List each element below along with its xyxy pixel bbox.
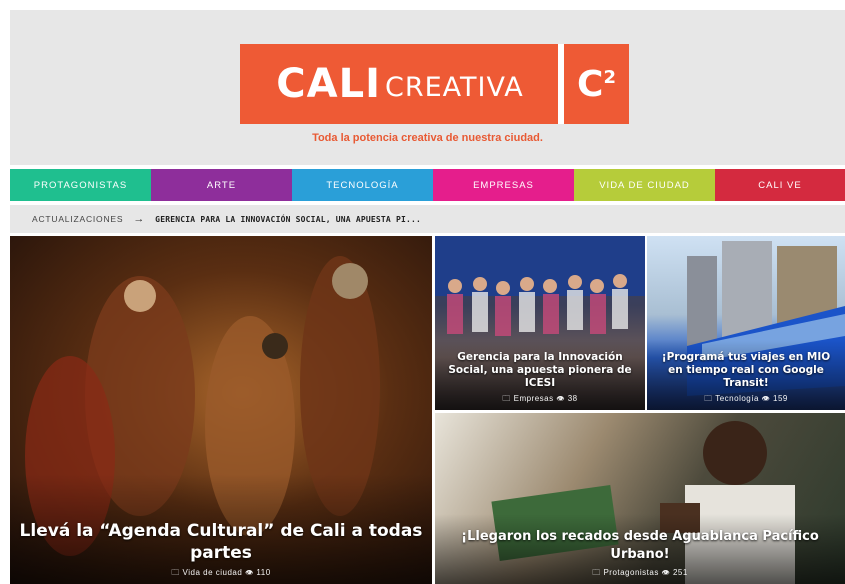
article-category[interactable]: Protagonistas	[603, 568, 658, 577]
eye-icon: 👁	[245, 568, 254, 577]
article-meta: 🗀 Tecnología 👁 159	[653, 393, 839, 407]
article-card-icesi[interactable]: Gerencia para la Innovación Social, una …	[435, 236, 645, 410]
article-category[interactable]: Empresas	[514, 394, 554, 403]
card-caption: Gerencia para la Innovación Social, una …	[435, 351, 645, 410]
nav-item-empresas[interactable]: EMPRESAS	[433, 169, 574, 201]
site-header: CALI CREATIVA C2 Toda la potencia creati…	[10, 10, 845, 165]
article-meta: 🗀 Protagonistas 👁 251	[441, 567, 839, 581]
eye-icon: 👁	[661, 568, 671, 577]
logo-mark[interactable]: C2	[564, 44, 629, 124]
article-title[interactable]: ¡Programá tus viajes en MIO en tiempo re…	[653, 351, 839, 390]
nav-item-arte[interactable]: ARTE	[151, 169, 292, 201]
article-views: 38	[567, 394, 578, 403]
nav-item-cali-ve[interactable]: CALI VE	[715, 169, 845, 201]
logo-main-text: CALI	[276, 61, 381, 107]
folder-icon: 🗀	[171, 568, 180, 577]
article-card-aguablanca[interactable]: ¡Llegaron los recados desde Aguablanca P…	[435, 413, 845, 584]
nav-item-tecnologia[interactable]: TECNOLOGÍA	[292, 169, 433, 201]
ticker-label: ACTUALIZACIONES	[32, 214, 124, 224]
news-ticker: ACTUALIZACIONES → GERENCIA PARA LA INNOV…	[10, 205, 845, 233]
article-category[interactable]: Tecnología	[715, 394, 759, 403]
nav-item-vida-de-ciudad[interactable]: VIDA DE CIUDAD	[574, 169, 715, 201]
card-caption: ¡Programá tus viajes en MIO en tiempo re…	[647, 351, 845, 410]
folder-icon: 🗀	[704, 394, 713, 403]
article-views: 251	[672, 568, 688, 577]
article-title[interactable]: ¡Llegaron los recados desde Aguablanca P…	[441, 528, 839, 564]
article-title[interactable]: Gerencia para la Innovación Social, una …	[441, 351, 639, 390]
site-logo[interactable]: CALI CREATIVA	[240, 44, 560, 124]
article-meta: 🗀 Empresas 👁 38	[441, 393, 639, 407]
article-views: 159	[773, 394, 788, 403]
site-tagline: Toda la potencia creativa de nuestra ciu…	[312, 132, 543, 144]
nav-item-protagonistas[interactable]: PROTAGONISTAS	[10, 169, 151, 201]
folder-icon: 🗀	[502, 394, 511, 403]
article-meta: 🗀 Vida de ciudad 👁 110	[16, 567, 426, 581]
ticker-headline-link[interactable]: GERENCIA PARA LA INNOVACIÓN SOCIAL, UNA …	[155, 215, 421, 224]
eye-icon: 👁	[556, 394, 565, 403]
article-title[interactable]: Llevá la “Agenda Cultural” de Cali a tod…	[16, 520, 426, 564]
article-category[interactable]: Vida de ciudad	[183, 568, 243, 577]
card-caption: ¡Llegaron los recados desde Aguablanca P…	[435, 528, 845, 584]
card-caption: Llevá la “Agenda Cultural” de Cali a tod…	[10, 520, 432, 584]
main-nav: PROTAGONISTAS ARTE TECNOLOGÍA EMPRESAS V…	[10, 169, 845, 201]
eye-icon: 👁	[761, 394, 771, 403]
logo-secondary-text: CREATIVA	[384, 71, 524, 103]
article-card-mio[interactable]: ¡Programá tus viajes en MIO en tiempo re…	[647, 236, 845, 410]
folder-icon: 🗀	[592, 568, 601, 577]
article-views: 110	[256, 568, 271, 577]
arrow-right-icon: →	[133, 213, 146, 225]
featured-article-card[interactable]: Llevá la “Agenda Cultural” de Cali a tod…	[10, 236, 432, 584]
